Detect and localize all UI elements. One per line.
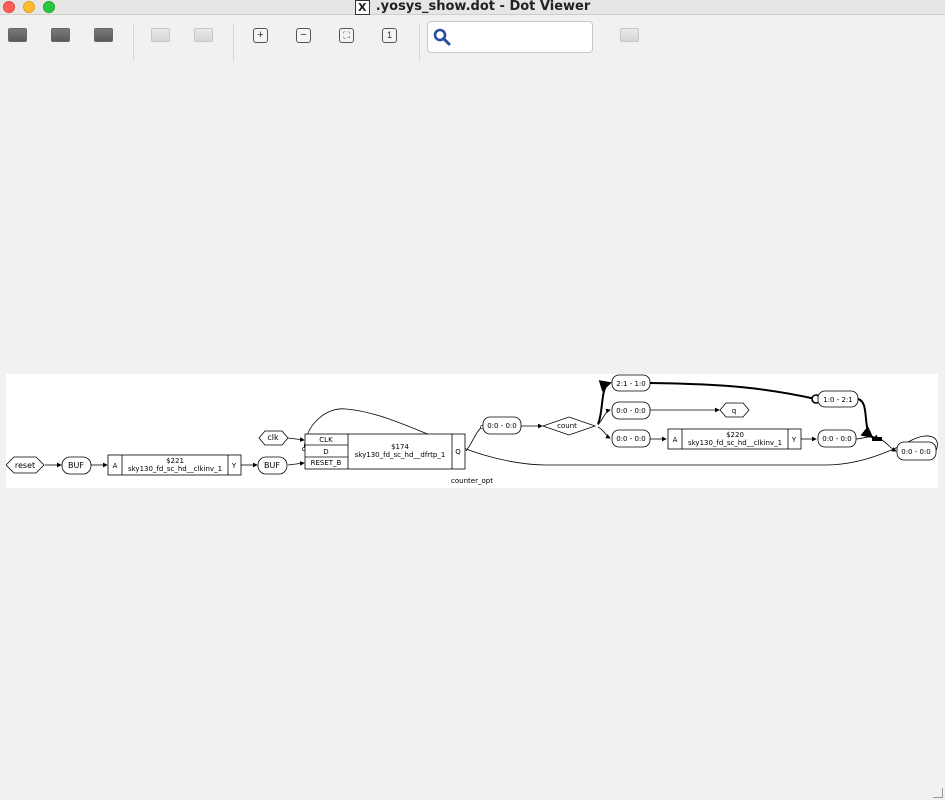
slice-q-out-label: 0:0 - 0:0: [616, 407, 646, 415]
zoom-in-button[interactable]: +: [251, 28, 271, 45]
slice-q-label: 0:0 - 0:0: [487, 422, 517, 430]
netlist-graph[interactable]: reset BUF A $221 sky130_fd_sc_hd__clkinv…: [5, 374, 938, 488]
buf1-label: BUF: [68, 461, 84, 470]
document-icon: [8, 28, 27, 42]
back-button[interactable]: [151, 28, 171, 45]
cell221-node[interactable]: A $221 sky130_fd_sc_hd__clkinv_1 Y: [107, 454, 242, 476]
cell221-type: sky130_fd_sc_hd__clkinv_1: [128, 465, 222, 473]
document-icon: [194, 28, 213, 42]
magnifier-icon: [433, 28, 451, 46]
zoom-100-button[interactable]: 1: [380, 28, 400, 45]
count-label: count: [557, 422, 577, 430]
cell221-in-port: A: [113, 462, 118, 470]
buf2-node[interactable]: BUF: [257, 456, 288, 475]
slice-inv-out-node[interactable]: 0:0 - 0:0: [817, 429, 857, 448]
cell174-reset-port: RESET_B: [311, 459, 342, 467]
document-icon: [94, 28, 113, 42]
minus-icon: −: [296, 28, 311, 43]
q-label: q: [732, 407, 736, 415]
toolbar-separator: [233, 23, 234, 61]
cell221-out-port: Y: [231, 462, 237, 470]
window-title: .yosys_show.dot - Dot Viewer: [375, 0, 591, 14]
buf1-node[interactable]: BUF: [61, 456, 92, 475]
toolbar-separator: [133, 23, 134, 61]
open-button[interactable]: [8, 28, 28, 45]
one-icon: 1: [382, 28, 397, 43]
slice-inv-in-node[interactable]: 0:0 - 0:0: [611, 429, 651, 448]
plus-icon: +: [253, 28, 268, 43]
slice-q-node[interactable]: 0:0 - 0:0: [482, 416, 522, 435]
slice-1-2-label: 1:0 - 2:1: [823, 396, 853, 404]
cell174-clk-port: CLK: [319, 436, 333, 444]
cell221-id: $221: [166, 457, 184, 465]
resize-grip[interactable]: [933, 788, 943, 798]
slice-2-1-label: 2:1 - 1:0: [616, 380, 646, 388]
zoom-out-button[interactable]: −: [294, 28, 314, 45]
find-next-button[interactable]: [620, 28, 640, 45]
slice-feedback-label: 0:0 - 0:0: [901, 448, 931, 456]
document-icon: [51, 28, 70, 42]
slice-inv-out-label: 0:0 - 0:0: [822, 435, 852, 443]
cell220-node[interactable]: A $220 sky130_fd_sc_hd__clkinv_1 Y: [667, 428, 802, 450]
forward-button[interactable]: [194, 28, 214, 45]
count-wire-node[interactable]: count: [541, 416, 597, 436]
window-title-area: X .yosys_show.dot - Dot Viewer: [0, 0, 945, 15]
reload-button[interactable]: [51, 28, 71, 45]
clk-label: clk: [267, 433, 279, 442]
cell220-type: sky130_fd_sc_hd__clkinv_1: [688, 439, 782, 447]
fit-icon: ⛶: [339, 28, 354, 43]
cell174-node[interactable]: CLK D RESET_B $174 sky130_fd_sc_hd__dfrt…: [304, 433, 466, 470]
clk-port-node[interactable]: clk: [258, 430, 289, 446]
cell174-d-port: D: [323, 448, 328, 456]
search-field[interactable]: [427, 21, 593, 53]
slice-1-2-node[interactable]: 1:0 - 2:1: [817, 390, 859, 408]
cell220-in-port: A: [673, 436, 678, 444]
cell174-type: sky130_fd_sc_hd__dfrtp_1: [355, 451, 446, 459]
toolbar: + − ⛶ 1: [0, 15, 945, 61]
toolbar-separator: [419, 23, 420, 61]
cell174-q-port: Q: [455, 448, 461, 456]
print-button[interactable]: [94, 28, 114, 45]
title-bar: X .yosys_show.dot - Dot Viewer: [0, 0, 945, 15]
concat-point: [872, 437, 882, 441]
q-port-node[interactable]: q: [719, 402, 750, 418]
document-icon: [620, 28, 639, 42]
cell220-out-port: Y: [791, 436, 797, 444]
reset-label: reset: [15, 461, 35, 470]
graph-canvas[interactable]: reset BUF A $221 sky130_fd_sc_hd__clkinv…: [5, 374, 938, 488]
graph-caption: counter_opt: [451, 477, 493, 485]
slice-inv-in-label: 0:0 - 0:0: [616, 435, 646, 443]
reset-port-node[interactable]: reset: [5, 456, 45, 474]
slice-q-out-node[interactable]: 0:0 - 0:0: [611, 401, 651, 420]
slice-2-1-node[interactable]: 2:1 - 1:0: [611, 374, 651, 392]
slice-feedback-node[interactable]: 0:0 - 0:0: [896, 441, 937, 461]
zoom-fit-button[interactable]: ⛶: [337, 28, 357, 45]
cell174-id: $174: [391, 443, 409, 451]
x11-icon: X: [354, 0, 370, 15]
document-icon: [151, 28, 170, 42]
buf2-label: BUF: [264, 461, 280, 470]
cell220-id: $220: [726, 431, 744, 439]
